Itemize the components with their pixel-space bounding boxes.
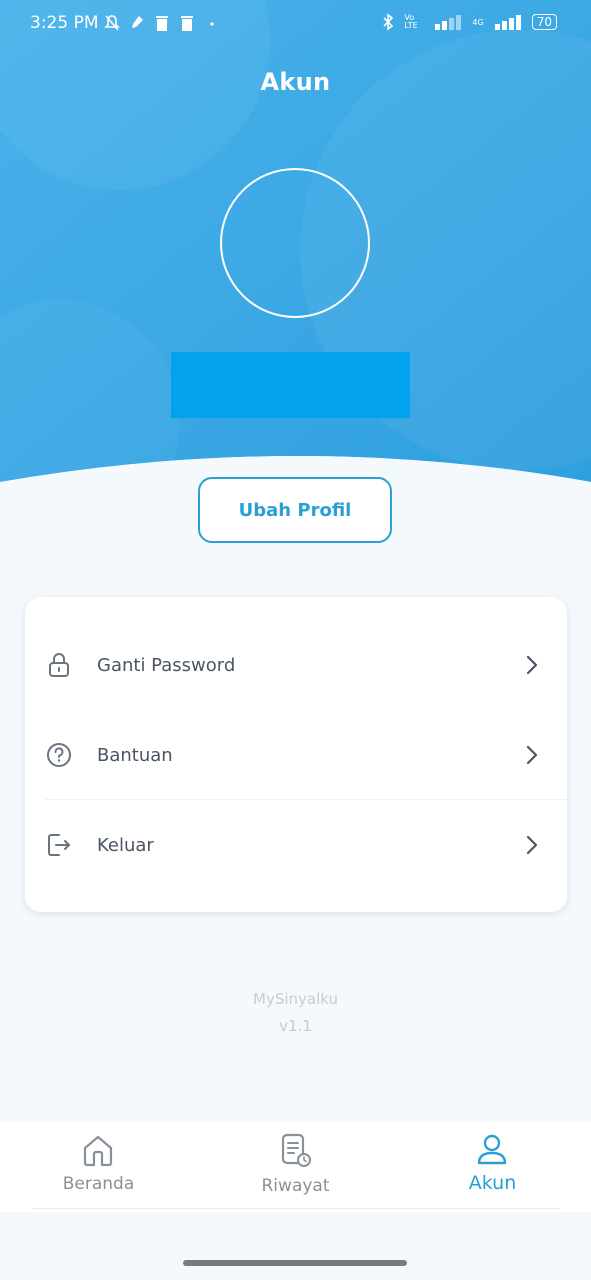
bell-off-icon (104, 15, 120, 31)
trash-icon (181, 16, 193, 31)
dot-icon (210, 22, 214, 26)
battery-level: 70 (536, 15, 552, 29)
home-icon (83, 1135, 113, 1167)
status-time: 3:25 PM (30, 13, 99, 33)
menu-item-logout[interactable]: Keluar (25, 800, 567, 890)
app-version: v1.1 (279, 1017, 312, 1035)
logout-icon (48, 834, 70, 856)
menu-card: Ganti Password Bantuan Keluar (25, 597, 567, 912)
menu-item-change-password[interactable]: Ganti Password (25, 620, 567, 710)
chevron-right-icon (526, 655, 538, 675)
bottom-navigation: Beranda Riwayat Akun (0, 1122, 591, 1212)
nav-item-home[interactable]: Beranda (0, 1122, 197, 1210)
bluetooth-icon (383, 13, 394, 31)
battery-indicator: 70 (531, 14, 557, 30)
app-name: MySinyalku (253, 990, 338, 1008)
nav-item-history[interactable]: Riwayat (197, 1122, 394, 1210)
nav-label: Riwayat (261, 1176, 330, 1196)
history-icon (281, 1133, 311, 1167)
signal-icon (435, 15, 462, 30)
volte-badge: Vo LTE (404, 13, 418, 30)
avatar[interactable] (220, 168, 370, 318)
nav-label: Beranda (62, 1174, 135, 1194)
status-bar: 3:25 PM Vo LTE 4G 70 (0, 0, 591, 50)
lock-icon (49, 653, 69, 677)
network-type: 4G (472, 17, 484, 27)
chevron-right-icon (526, 745, 538, 765)
menu-item-help[interactable]: Bantuan (25, 710, 567, 800)
menu-item-label: Keluar (97, 834, 154, 856)
signal-icon (494, 15, 521, 30)
status-notification-icons (104, 14, 220, 32)
account-icon (477, 1134, 507, 1165)
home-gesture-bar[interactable] (183, 1260, 407, 1266)
menu-item-label: Ganti Password (97, 654, 236, 676)
nav-item-account[interactable]: Akun (394, 1122, 591, 1210)
help-icon (47, 743, 71, 767)
mic-icon (132, 16, 143, 28)
nav-divider (32, 1208, 559, 1209)
trash-icon (156, 16, 168, 31)
status-system-icons: Vo LTE 4G 70 (382, 13, 557, 31)
profile-name-block (171, 352, 410, 418)
nav-label-active: Akun (468, 1172, 517, 1194)
page-title: Akun (260, 68, 331, 96)
menu-item-label: Bantuan (97, 744, 173, 766)
chevron-right-icon (526, 835, 538, 855)
edit-profile-button[interactable]: Ubah Profil (198, 477, 392, 543)
